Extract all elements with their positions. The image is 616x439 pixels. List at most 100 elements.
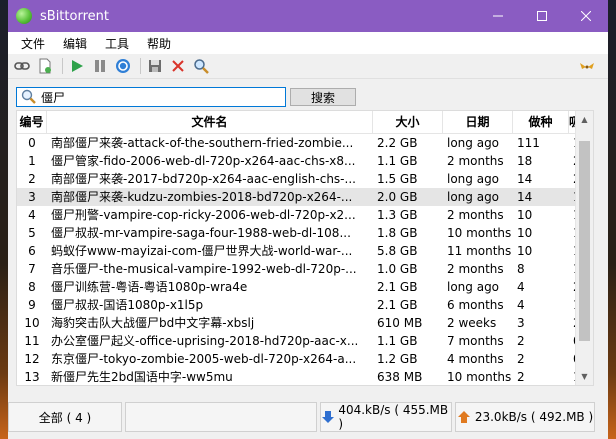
cell-size: 5.8 GB bbox=[377, 244, 418, 258]
column-header-size[interactable]: 大小 bbox=[373, 111, 443, 133]
cell-filename: 新僵尸先生2bd国语中字-ww5mu bbox=[51, 370, 233, 384]
cell-date: long ago bbox=[447, 190, 500, 204]
table-row[interactable]: 5 僵尸叔叔-mr-vampire-saga-four-1988-web-dl-1… bbox=[17, 224, 593, 242]
table-row[interactable]: 2 南部僵尸来袭-2017-bd720p-x264-aac-english-chs… bbox=[17, 170, 593, 188]
cell-index: 12 bbox=[24, 352, 40, 366]
cell-index: 5 bbox=[28, 226, 36, 240]
cell-date: 2 months bbox=[447, 262, 504, 276]
scroll-up-icon[interactable]: ▲ bbox=[576, 111, 593, 128]
table-row[interactable]: 4 僵尸刑警-vampire-cop-ricky-2006-web-dl-720p… bbox=[17, 206, 593, 224]
table-row[interactable]: 0 南部僵尸来袭-attack-of-the-southern-fried-zom… bbox=[17, 134, 593, 152]
table-row[interactable]: 8僵尸训练营-粤语-粤语1080p-wra4e2.1 GBlong ago42 bbox=[17, 278, 593, 296]
status-upload: 23.0kB/s ( 492.MB ) bbox=[455, 402, 595, 432]
search-box[interactable] bbox=[16, 87, 286, 107]
cell-seeders: 2 bbox=[517, 352, 525, 366]
window-title: sBittorrent bbox=[40, 8, 109, 24]
scroll-down-icon[interactable]: ▼ bbox=[576, 368, 593, 385]
cell-seeders: 14 bbox=[517, 190, 533, 204]
vertical-scrollbar[interactable]: ▲ ▼ bbox=[575, 111, 593, 385]
column-header-date[interactable]: 日期 bbox=[443, 111, 513, 133]
cell-filename: 南部僵尸来袭-kudzu-zombies-2018-bd720p-x264-..… bbox=[51, 190, 353, 204]
download-arrow-icon bbox=[322, 411, 334, 423]
cell-date: 2 weeks bbox=[447, 316, 497, 330]
cell-size: 1.3 GB bbox=[377, 208, 418, 222]
cell-size: 1.1 GB bbox=[377, 334, 418, 348]
table-row[interactable]: 7 音乐僵尸-the-musical-vampire-1992-web-dl-72… bbox=[17, 260, 593, 278]
menu-help[interactable]: 帮助 bbox=[138, 35, 180, 52]
close-icon bbox=[581, 11, 591, 21]
add-file-button[interactable] bbox=[35, 56, 55, 76]
cell-date: 2 months bbox=[447, 154, 504, 168]
cell-index: 4 bbox=[28, 208, 36, 222]
app-logo-icon bbox=[16, 8, 32, 24]
cell-filename: 蚂蚁仔www-mayizai-com-僵尸世界大战-world-war-... bbox=[51, 244, 353, 258]
wings-icon bbox=[580, 63, 594, 69]
cell-size: 2.1 GB bbox=[377, 280, 418, 294]
cell-size: 2.1 GB bbox=[377, 298, 418, 312]
find-button[interactable] bbox=[191, 56, 211, 76]
cell-index: 11 bbox=[24, 334, 40, 348]
cell-date: 4 months bbox=[447, 352, 504, 366]
save-button[interactable] bbox=[145, 56, 165, 76]
link-button[interactable] bbox=[12, 56, 32, 76]
minimize-button[interactable] bbox=[476, 0, 520, 32]
cell-seeders: 10 bbox=[517, 208, 533, 222]
cell-index: 2 bbox=[28, 172, 36, 186]
close-button[interactable] bbox=[564, 0, 608, 32]
delete-x-icon bbox=[172, 60, 184, 72]
cell-seeders: 10 bbox=[517, 244, 533, 258]
pause-button[interactable] bbox=[90, 56, 110, 76]
search-button[interactable]: 搜索 bbox=[290, 88, 356, 106]
table-row[interactable]: 6 蚂蚁仔www-mayizai-com-僵尸世界大战-world-war-...… bbox=[17, 242, 593, 260]
cell-filename: 音乐僵尸-the-musical-vampire-1992-web-dl-720… bbox=[51, 262, 357, 276]
cell-filename: 南部僵尸来袭-2017-bd720p-x264-aac-english-chs-… bbox=[51, 172, 356, 186]
cell-filename: 海豹突击队大战僵尸bd中文字幕-xbslj bbox=[51, 316, 255, 330]
scroll-thumb[interactable] bbox=[579, 141, 590, 341]
cell-seeders: 2 bbox=[517, 370, 525, 384]
menu-edit[interactable]: 编辑 bbox=[54, 35, 96, 52]
cell-seeders: 4 bbox=[517, 298, 525, 312]
search-input[interactable] bbox=[37, 90, 271, 104]
start-button[interactable] bbox=[67, 56, 87, 76]
list-header: 编号 文件名 大小 日期 做种 吸血 bbox=[17, 111, 593, 134]
pause-icon bbox=[95, 60, 105, 72]
table-row[interactable]: 11 办公室僵尸起义-office-uprising-2018-hd720p-aa… bbox=[17, 332, 593, 350]
column-header-filename[interactable]: 文件名 bbox=[47, 111, 373, 133]
delete-button[interactable] bbox=[168, 56, 188, 76]
cell-seeders: 10 bbox=[517, 226, 533, 240]
cell-filename: 办公室僵尸起义-office-uprising-2018-hd720p-aac-… bbox=[51, 334, 359, 348]
cell-index: 3 bbox=[28, 190, 36, 204]
cell-filename: 僵尸叔叔-mr-vampire-saga-four-1988-web-dl-10… bbox=[51, 226, 351, 240]
cell-date: 6 months bbox=[447, 298, 504, 312]
options-button[interactable] bbox=[577, 56, 597, 76]
cell-date: 11 months bbox=[447, 244, 512, 258]
magnifier-icon bbox=[194, 59, 209, 74]
link-icon bbox=[14, 62, 30, 70]
table-row[interactable]: 10海豹突击队大战僵尸bd中文字幕-xbslj610 MB2 weeks32 bbox=[17, 314, 593, 332]
cell-size: 1.0 GB bbox=[377, 262, 418, 276]
column-header-index[interactable]: 编号 bbox=[17, 111, 47, 133]
cell-size: 1.5 GB bbox=[377, 172, 418, 186]
cell-size: 2.0 GB bbox=[377, 190, 418, 204]
add-file-icon bbox=[39, 58, 51, 74]
table-row[interactable]: 12 东京僵尸-tokyo-zombie-2005-web-dl-720p-x26… bbox=[17, 350, 593, 368]
cell-seeders: 2 bbox=[517, 334, 525, 348]
title-bar[interactable]: sBittorrent bbox=[8, 0, 608, 32]
torrent-list[interactable]: 编号 文件名 大小 日期 做种 吸血 0 南部僵尸来袭-attack-of-the… bbox=[16, 110, 594, 386]
cell-index: 0 bbox=[28, 136, 36, 150]
cell-date: 7 months bbox=[447, 334, 504, 348]
refresh-button[interactable] bbox=[113, 56, 133, 76]
menu-file[interactable]: 文件 bbox=[12, 35, 54, 52]
status-bar: 全部 ( 4 ) 404.kB/s ( 455.MB ) 23.0kB/s ( … bbox=[8, 395, 608, 439]
cell-seeders: 8 bbox=[517, 262, 525, 276]
cell-size: 2.2 GB bbox=[377, 136, 418, 150]
table-row[interactable]: 1 僵尸管家-fido-2006-web-dl-720p-x264-aac-chs… bbox=[17, 152, 593, 170]
table-row[interactable]: 3 南部僵尸来袭-kudzu-zombies-2018-bd720p-x264-.… bbox=[17, 188, 593, 206]
cell-filename: 东京僵尸-tokyo-zombie-2005-web-dl-720p-x264-… bbox=[51, 352, 357, 366]
maximize-button[interactable] bbox=[520, 0, 564, 32]
table-row[interactable]: 9僵尸叔叔-国语1080p-x1l5p2.1 GB6 months41 bbox=[17, 296, 593, 314]
menu-tools[interactable]: 工具 bbox=[96, 35, 138, 52]
table-row[interactable]: 13新僵尸先生2bd国语中字-ww5mu638 MB10 months21 bbox=[17, 368, 593, 385]
cell-filename: 僵尸管家-fido-2006-web-dl-720p-x264-aac-chs-… bbox=[51, 154, 356, 168]
column-header-seeders[interactable]: 做种 bbox=[513, 111, 569, 133]
